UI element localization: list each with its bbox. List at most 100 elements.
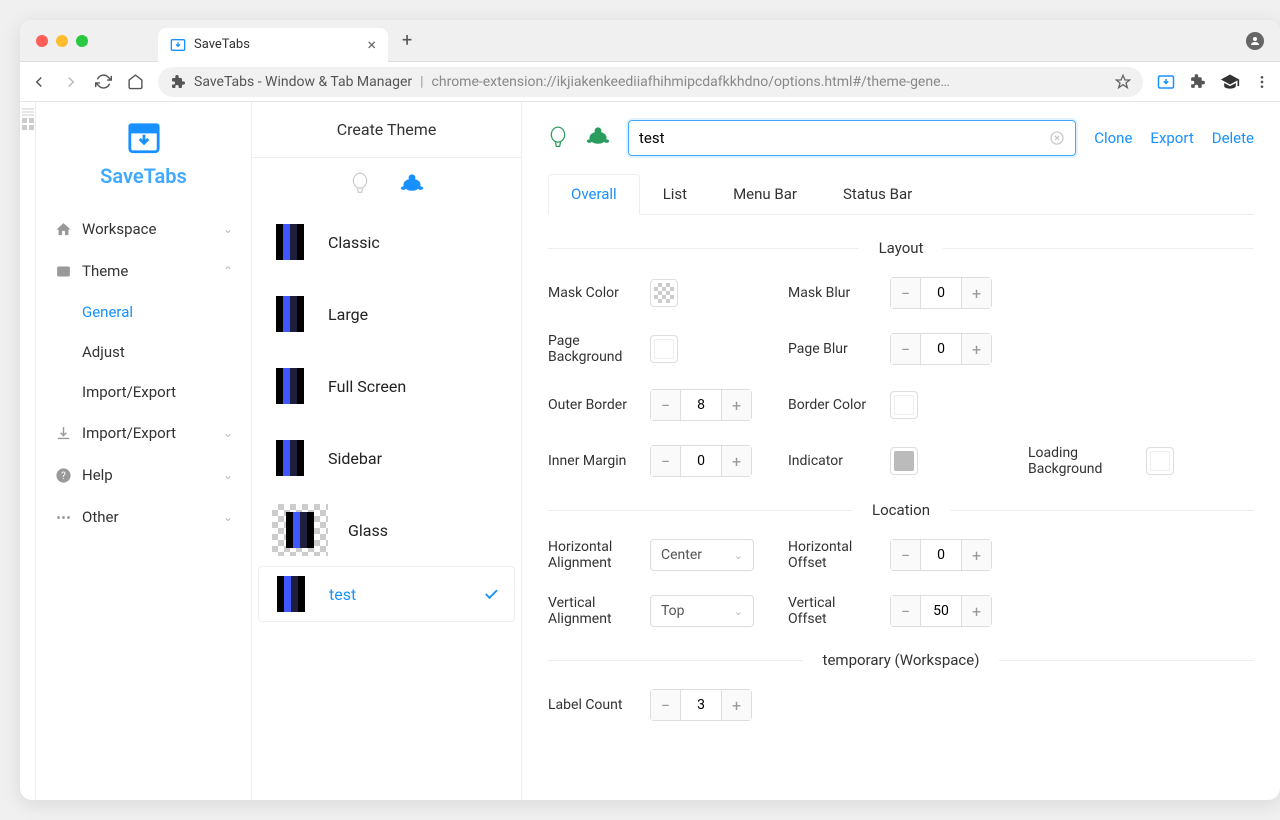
increment-button[interactable]: + [722,390,751,420]
tab-menubar[interactable]: Menu Bar [710,174,820,214]
increment-button[interactable]: + [962,596,991,626]
close-tab-icon[interactable]: × [367,35,376,54]
outer-border-stepper[interactable]: −+ [650,389,752,421]
page-bg-picker[interactable] [650,335,678,363]
border-color-picker[interactable] [890,391,918,419]
clear-icon[interactable] [1049,130,1065,146]
balloon-icon[interactable] [548,125,568,151]
loading-bg-picker[interactable] [1146,447,1174,475]
theme-item-large[interactable]: Large [252,278,521,350]
decrement-button[interactable]: − [891,278,920,308]
decrement-button[interactable]: − [891,540,920,570]
decrement-button[interactable]: − [651,390,680,420]
chevron-down-icon: ⌄ [223,222,233,236]
theme-item-glass[interactable]: Glass [252,494,521,566]
chevron-down-icon: ⌄ [734,549,743,562]
decrement-button[interactable]: − [651,690,680,720]
address-url: chrome-extension://ikjiakenkeediiafhihmi… [432,74,1107,90]
forward-button[interactable] [62,73,80,91]
outer-border-input[interactable] [680,390,722,420]
sidebar-sub-general[interactable]: General [36,292,251,332]
label-count-input[interactable] [680,690,722,720]
theme-name-input[interactable] [628,120,1076,156]
v-offset-label: Vertical Offset [788,595,872,627]
delete-button[interactable]: Delete [1212,129,1254,147]
turtle-icon[interactable] [400,172,424,194]
h-align-select[interactable]: Center⌄ [650,539,754,571]
drag-handle[interactable] [20,102,36,800]
page-blur-stepper[interactable]: −+ [890,333,992,365]
increment-button[interactable]: + [962,278,991,308]
mask-color-label: Mask Color [548,285,632,301]
theme-item-sidebar[interactable]: Sidebar [252,422,521,494]
v-offset-stepper[interactable]: −+ [890,595,992,627]
download-icon [54,424,72,442]
extensions-icon[interactable] [1189,73,1206,90]
export-button[interactable]: Export [1150,129,1193,147]
minimize-window[interactable] [56,35,68,47]
inner-margin-stepper[interactable]: −+ [650,445,752,477]
tab-statusbar[interactable]: Status Bar [820,174,935,214]
back-button[interactable] [30,73,48,91]
indicator-picker[interactable] [890,447,918,475]
theme-item-fullscreen[interactable]: Full Screen [252,350,521,422]
increment-button[interactable]: + [962,540,991,570]
browser-tab[interactable]: SaveTabs × [158,28,388,62]
maximize-window[interactable] [76,35,88,47]
h-offset-stepper[interactable]: −+ [890,539,992,571]
tab-list[interactable]: List [640,174,710,214]
inner-margin-input[interactable] [680,446,722,476]
theme-list-title: Create Theme [252,102,521,158]
savetabs-favicon-icon [170,37,186,53]
savetabs-ext-icon[interactable] [1157,73,1175,91]
indicator-label: Indicator [788,453,872,469]
chevron-down-icon: ⌄ [223,426,233,440]
sidebar-item-import-export[interactable]: Import/Export ⌄ [36,412,251,454]
mask-blur-stepper[interactable]: −+ [890,277,992,309]
tab-title: SaveTabs [194,37,359,52]
decrement-button[interactable]: − [651,446,680,476]
v-align-label: Vertical Alignment [548,595,632,627]
graduation-icon[interactable] [1220,72,1240,92]
loading-bg-label: Loading Background [1028,445,1128,477]
mask-color-picker[interactable] [650,279,678,307]
star-icon[interactable] [1115,74,1131,90]
increment-button[interactable]: + [722,446,751,476]
editor-tabs: Overall List Menu Bar Status Bar [548,174,1254,215]
label-count-stepper[interactable]: −+ [650,689,752,721]
decrement-button[interactable]: − [891,596,920,626]
menu-icon[interactable] [1254,74,1270,90]
page-blur-label: Page Blur [788,341,872,357]
increment-button[interactable]: + [722,690,751,720]
theme-item-test[interactable]: test [258,566,515,622]
decrement-button[interactable]: − [891,334,920,364]
close-window[interactable] [36,35,48,47]
sidebar-item-theme[interactable]: Theme ⌃ [36,250,251,292]
sidebar-item-help[interactable]: ? Help ⌄ [36,454,251,496]
sidebar-item-other[interactable]: Other ⌄ [36,496,251,538]
theme-item-classic[interactable]: Classic [252,206,521,278]
sidebar-item-workspace[interactable]: Workspace ⌄ [36,208,251,250]
new-tab-button[interactable]: + [402,30,412,51]
v-align-select[interactable]: Top⌄ [650,595,754,627]
v-offset-input[interactable] [920,596,962,626]
address-bar[interactable]: SaveTabs - Window & Tab Manager | chrome… [158,67,1143,97]
savetabs-logo-icon [126,122,162,156]
section-location-title: Location [548,501,1254,519]
reload-button[interactable] [94,73,112,91]
clone-button[interactable]: Clone [1094,129,1132,147]
mask-blur-input[interactable] [920,278,962,308]
nav-label: Other [82,508,119,526]
theme-name: Glass [348,521,388,540]
home-button[interactable] [126,73,144,91]
sidebar-sub-import-export[interactable]: Import/Export [36,372,251,412]
turtle-icon[interactable] [586,125,610,147]
sidebar-sub-adjust[interactable]: Adjust [36,332,251,372]
profile-avatar[interactable] [1246,32,1264,50]
page-blur-input[interactable] [920,334,962,364]
balloon-icon[interactable] [350,172,370,196]
tab-overall[interactable]: Overall [548,174,640,215]
h-offset-input[interactable] [920,540,962,570]
theme-name-field[interactable] [639,129,1049,147]
increment-button[interactable]: + [962,334,991,364]
